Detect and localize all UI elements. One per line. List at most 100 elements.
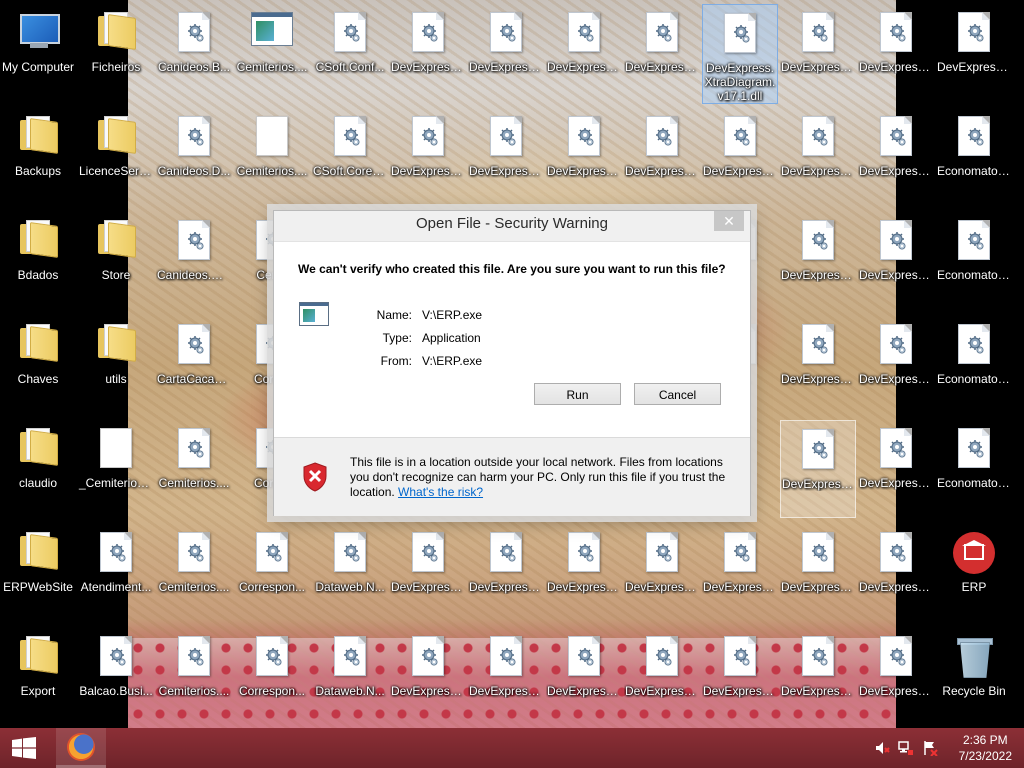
desktop-icon[interactable]: Cemiterios.... xyxy=(234,4,310,102)
desktop-icon[interactable]: DevExpress.... xyxy=(546,524,622,622)
desktop-icon[interactable] xyxy=(1014,4,1024,102)
desktop-icon[interactable]: Cemiterios.... xyxy=(156,524,232,622)
desktop-icon[interactable]: DevExpress.... xyxy=(780,420,856,518)
desktop-icon[interactable]: DevExpress.... xyxy=(468,628,544,726)
desktop-icon[interactable]: DevExpress.... xyxy=(702,628,778,726)
dll-file-icon xyxy=(328,532,372,576)
desktop-icon[interactable]: claudio xyxy=(0,420,76,518)
desktop-icon[interactable]: DevExpress.... xyxy=(858,108,934,206)
desktop-icon[interactable]: Correspon... xyxy=(234,628,310,726)
desktop-icon[interactable]: _Cemiterios.... xyxy=(78,420,154,518)
desktop-icon[interactable]: Backups xyxy=(0,108,76,206)
desktop-icon[interactable]: Atendiment... xyxy=(78,524,154,622)
desktop-icon[interactable]: Bdados xyxy=(0,212,76,310)
desktop-icon[interactable]: Cemiterios.... xyxy=(156,628,232,726)
desktop-icon-label: DevExpress.... xyxy=(859,60,934,74)
action-center-flag-icon[interactable] xyxy=(922,740,938,756)
desktop-icon[interactable]: LicenceServ... xyxy=(78,108,154,206)
dll-file-icon xyxy=(874,220,918,264)
desktop-icon[interactable]: Ficheiros xyxy=(78,4,154,102)
desktop-icon[interactable]: DevExpress.... xyxy=(390,4,466,102)
close-button[interactable]: ✕ xyxy=(714,211,744,231)
desktop-icon[interactable]: Cemiterios.... xyxy=(156,420,232,518)
desktop-icon-label: Recycle Bin xyxy=(942,684,1006,698)
desktop-icon[interactable]: DevExpress.... xyxy=(858,212,934,310)
desktop-icon[interactable]: DevExpress.... xyxy=(936,4,1012,102)
desktop-icon[interactable]: Export xyxy=(0,628,76,726)
desktop-icon[interactable]: DevExpress.... xyxy=(546,4,622,102)
desktop-icon-label: DevExpress.... xyxy=(625,580,700,594)
desktop-icon[interactable]: utils xyxy=(78,316,154,414)
desktop-icon[interactable]: DevExpress.... xyxy=(858,420,934,518)
desktop-icon[interactable]: Chaves xyxy=(0,316,76,414)
desktop-icon[interactable]: DevExpress.XtraDiagram.v17.1.dll xyxy=(702,4,778,104)
desktop-icon[interactable]: CartaCacad... xyxy=(156,316,232,414)
desktop-icon[interactable]: ERP xyxy=(936,524,1012,622)
firefox-taskbar-button[interactable] xyxy=(56,728,106,768)
desktop-icon[interactable]: Store xyxy=(78,212,154,310)
desktop-icon[interactable]: DevExpress.... xyxy=(468,524,544,622)
desktop-icon[interactable]: Balcao.Busi... xyxy=(78,628,154,726)
desktop-icon[interactable]: CSoft.Core.dll xyxy=(312,108,388,206)
desktop-icon[interactable]: DevExpress.... xyxy=(390,628,466,726)
desktop-icon[interactable]: CSoft.Conf... xyxy=(312,4,388,102)
desktop-icon[interactable]: DevExpress.... xyxy=(390,524,466,622)
desktop-icon[interactable]: DevExpress.... xyxy=(702,108,778,206)
desktop-icon[interactable]: DevExpress.... xyxy=(780,524,856,622)
desktop-icon[interactable]: Canideos.D... xyxy=(156,108,232,206)
desktop-icon[interactable]: F xyxy=(1014,420,1024,518)
desktop-icon[interactable]: DevExpress.... xyxy=(468,4,544,102)
desktop-icon[interactable]: DevExpress.... xyxy=(546,108,622,206)
desktop-icon[interactable]: DevExpress.... xyxy=(780,212,856,310)
desktop-icon[interactable]: Economato.... xyxy=(936,108,1012,206)
desktop-icon[interactable]: Canideos.B... xyxy=(156,4,232,102)
speaker-muted-icon[interactable] xyxy=(874,740,890,756)
desktop-icon-label: DevExpress.... xyxy=(469,684,544,698)
desktop-icon[interactable]: Dataweb.N... xyxy=(312,628,388,726)
desktop-icon[interactable]: DevExpress.... xyxy=(858,628,934,726)
desktop-icon-label: Export xyxy=(20,684,56,698)
desktop-icon[interactable]: DevExpress.... xyxy=(390,108,466,206)
desktop-icon[interactable]: DevExpress.... xyxy=(858,4,934,102)
folder-icon xyxy=(16,532,60,576)
desktop-icon[interactable]: Canideos.Ul... xyxy=(156,212,232,310)
desktop-icon[interactable]: Ir xyxy=(1014,628,1024,726)
desktop-icon[interactable]: DevExpress.... xyxy=(468,108,544,206)
desktop-icon[interactable]: DevExpress.... xyxy=(858,524,934,622)
desktop-icon[interactable]: Recycle Bin xyxy=(936,628,1012,726)
dll-file-icon xyxy=(640,12,684,56)
desktop-icon[interactable]: Economato.... xyxy=(936,316,1012,414)
desktop-icon[interactable]: DevExpress.... xyxy=(780,628,856,726)
detail-from-row: From: V:\ERP.exe xyxy=(354,354,482,368)
desktop-icon[interactable]: F xyxy=(1014,212,1024,310)
desktop-icon[interactable]: DevExpress.... xyxy=(858,316,934,414)
desktop-icon[interactable]: DevExpress.... xyxy=(624,108,700,206)
desktop-icon[interactable]: F xyxy=(1014,316,1024,414)
desktop-icon[interactable]: Correspon... xyxy=(234,524,310,622)
desktop-icon[interactable]: Economato.... xyxy=(936,212,1012,310)
desktop-icon[interactable]: Dataweb.N... xyxy=(312,524,388,622)
desktop-icon[interactable]: Economato.... xyxy=(936,420,1012,518)
start-button[interactable] xyxy=(0,728,48,768)
desktop-icon[interactable]: DevExpress.... xyxy=(624,628,700,726)
network-icon[interactable] xyxy=(898,740,914,756)
desktop-icon[interactable]: DevExpress.... xyxy=(624,524,700,622)
system-clock[interactable]: 2:36 PM 7/23/2022 xyxy=(959,732,1012,764)
desktop-icon[interactable]: G xyxy=(1014,524,1024,622)
desktop-icon[interactable]: ERPWebSite xyxy=(0,524,76,622)
desktop-icon-label: DevExpress.... xyxy=(703,684,778,698)
desktop-icon[interactable]: Cemiterios.... xyxy=(234,108,310,206)
desktop-icon[interactable]: DevExpress.... xyxy=(780,4,856,102)
desktop-icon[interactable]: DevExpress.... xyxy=(780,316,856,414)
desktop-icon[interactable]: DevExpress.... xyxy=(546,628,622,726)
cancel-button[interactable]: Cancel xyxy=(634,383,721,405)
desktop-icon[interactable]: F xyxy=(1014,108,1024,206)
desktop-icon-label: DevExpress.... xyxy=(391,684,466,698)
desktop-icon[interactable]: DevExpress.... xyxy=(624,4,700,102)
desktop-icon[interactable]: My Computer xyxy=(0,4,76,102)
whats-the-risk-link[interactable]: What's the risk? xyxy=(398,485,483,499)
run-button[interactable]: Run xyxy=(534,383,621,405)
desktop-icon[interactable]: DevExpress.... xyxy=(702,524,778,622)
detail-type-row: Type: Application xyxy=(354,331,481,345)
desktop-icon[interactable]: DevExpress.... xyxy=(780,108,856,206)
